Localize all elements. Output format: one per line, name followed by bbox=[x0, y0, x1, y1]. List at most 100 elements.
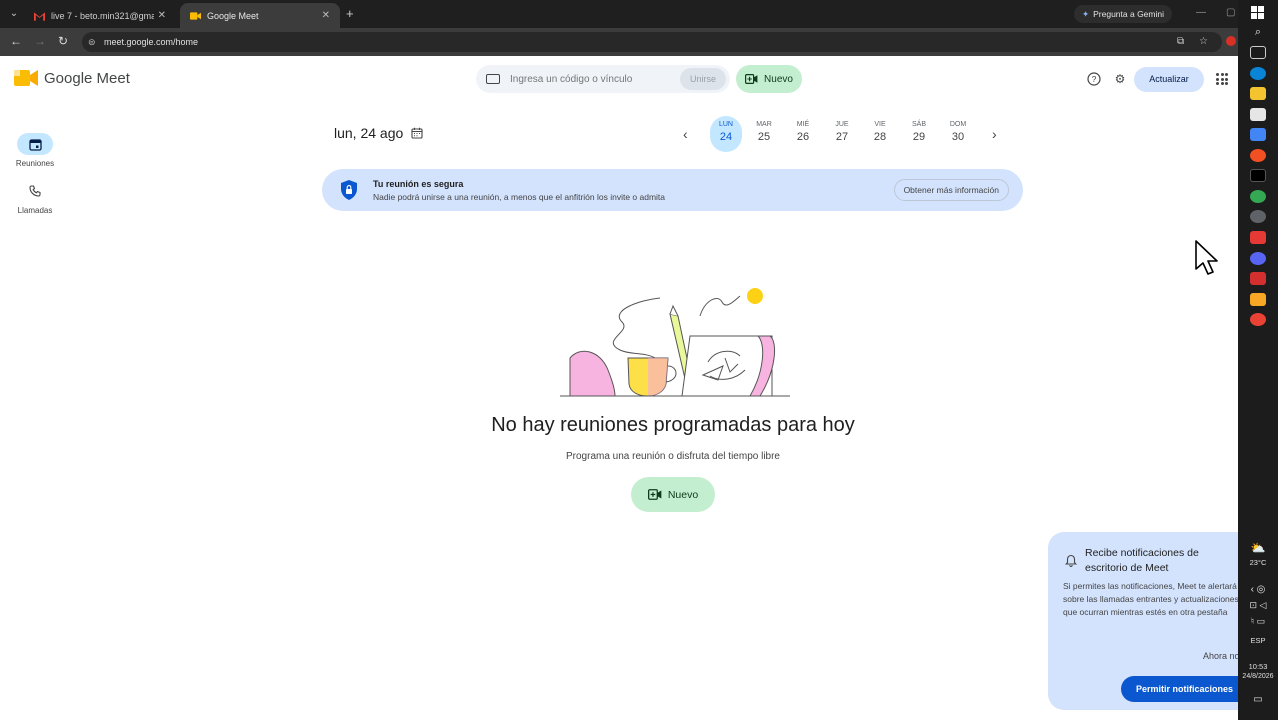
video-add-icon bbox=[647, 489, 662, 500]
notification-title: Recibe notificaciones de escritorio de M… bbox=[1085, 547, 1199, 574]
clock-date[interactable]: 24/8/2026 bbox=[1238, 673, 1278, 680]
tab-gmail[interactable]: live 7 - beto.min321@gmail.c ✕ bbox=[24, 3, 176, 28]
previous-week-chevron-icon[interactable]: ‹ bbox=[683, 126, 688, 142]
app-icon[interactable] bbox=[1250, 272, 1266, 285]
day-selector-fri[interactable]: VIE 28 bbox=[864, 116, 896, 152]
day-name: MIÉ bbox=[796, 121, 810, 128]
site-settings-icon[interactable]: ⊜ bbox=[88, 37, 96, 48]
video-add-icon bbox=[745, 74, 758, 84]
upgrade-button[interactable]: Actualizar bbox=[1134, 67, 1204, 92]
store-icon[interactable] bbox=[1250, 108, 1266, 121]
close-tab-icon[interactable]: ✕ bbox=[322, 10, 330, 21]
app-icon[interactable] bbox=[1250, 293, 1266, 306]
minimize-icon[interactable]: — bbox=[1196, 7, 1206, 18]
chrome-icon[interactable] bbox=[1250, 190, 1266, 203]
meet-logo-icon bbox=[14, 70, 38, 86]
empty-state-illustration bbox=[560, 288, 790, 397]
join-button[interactable]: Unirse bbox=[680, 68, 726, 90]
windows-start-icon[interactable] bbox=[1251, 6, 1264, 19]
day-selector-wed[interactable]: MIÉ 26 bbox=[787, 116, 819, 152]
app-icon[interactable] bbox=[1250, 231, 1266, 244]
tray-expand-icon[interactable]: ‹ ◎ bbox=[1238, 584, 1278, 595]
google-meet-logo[interactable]: Google Meet bbox=[14, 68, 130, 88]
sidebar-item-calls[interactable]: Llamadas bbox=[10, 180, 60, 215]
mouse-cursor-icon bbox=[1195, 240, 1218, 275]
address-bar-row: ← → ↻ meet.google.com/home ⊜ ⧉ ☆ bbox=[0, 28, 1238, 56]
empty-state-title: No hay reuniones programadas para hoy bbox=[491, 414, 855, 436]
file-explorer-icon[interactable] bbox=[1250, 87, 1266, 100]
meeting-code-input[interactable] bbox=[510, 73, 670, 85]
browser-tab-bar: ⌄ live 7 - beto.min321@gmail.c ✕ Google … bbox=[0, 0, 1238, 28]
banner-title: Tu reunión es segura bbox=[373, 179, 464, 189]
app-icon[interactable] bbox=[1250, 169, 1266, 182]
meet-icon bbox=[190, 11, 201, 20]
ask-gemini-button[interactable]: ✦ Pregunta a Gemini bbox=[1074, 5, 1172, 23]
settings-gear-icon[interactable]: ⚙ bbox=[1113, 72, 1127, 86]
tab-title: live 7 - beto.min321@gmail.c bbox=[51, 10, 154, 21]
day-number: 28 bbox=[873, 131, 887, 143]
new-meeting-button-main[interactable]: Nuevo bbox=[631, 477, 715, 512]
discord-icon[interactable] bbox=[1250, 252, 1266, 265]
day-name: DOM bbox=[949, 121, 967, 128]
url-field[interactable]: meet.google.com/home bbox=[82, 32, 1222, 52]
bell-icon bbox=[1064, 554, 1078, 570]
sidebar-pill bbox=[17, 180, 53, 202]
bookmark-star-icon[interactable]: ☆ bbox=[1199, 36, 1208, 47]
day-selector-thu[interactable]: JUE 27 bbox=[826, 116, 858, 152]
day-number: 30 bbox=[951, 131, 965, 143]
day-selector-sat[interactable]: SÁB 29 bbox=[903, 116, 935, 152]
not-now-button[interactable]: Ahora no bbox=[1203, 651, 1240, 661]
language-indicator[interactable]: ESP bbox=[1238, 636, 1278, 645]
forward-arrow-icon[interactable]: → bbox=[34, 34, 46, 48]
day-number: 27 bbox=[835, 131, 849, 143]
sidebar-pill bbox=[17, 133, 53, 155]
day-selector-sun[interactable]: DOM 30 bbox=[942, 116, 974, 152]
tab-search-icon[interactable]: ⌄ bbox=[6, 6, 22, 22]
sidebar-item-meetings[interactable]: Reuniones bbox=[10, 133, 60, 168]
day-selector-mon[interactable]: LUN 24 bbox=[710, 116, 742, 152]
weather-temperature[interactable]: 23°C bbox=[1238, 558, 1278, 567]
app-icon[interactable] bbox=[1250, 210, 1266, 223]
learn-more-button[interactable]: Obtener más información bbox=[893, 179, 1009, 201]
task-view-icon[interactable] bbox=[1250, 46, 1266, 59]
network-icon[interactable]: ♮ ▭ bbox=[1238, 616, 1278, 627]
shield-lock-icon bbox=[341, 180, 357, 200]
banner-text: Nadie podrá unirse a una reunión, a meno… bbox=[373, 192, 666, 202]
new-meeting-button[interactable]: Nuevo bbox=[736, 65, 802, 93]
app-icon[interactable] bbox=[1250, 128, 1266, 141]
close-tab-icon[interactable]: ✕ bbox=[158, 10, 166, 21]
day-name: MAR bbox=[756, 121, 772, 128]
chrome-icon[interactable] bbox=[1250, 313, 1266, 326]
weather-icon: ⛅ bbox=[1250, 541, 1266, 555]
volume-icon[interactable]: ⊡ ◁ bbox=[1238, 600, 1278, 611]
google-apps-icon[interactable] bbox=[1216, 73, 1228, 85]
tab-google-meet[interactable]: Google Meet ✕ bbox=[180, 3, 340, 28]
reload-icon[interactable]: ↻ bbox=[58, 34, 68, 48]
next-week-chevron-icon[interactable]: › bbox=[992, 126, 997, 142]
day-number: 24 bbox=[719, 131, 733, 143]
date-title-text: lun, 24 ago bbox=[334, 125, 404, 141]
new-tab-button[interactable]: + bbox=[346, 6, 354, 21]
day-name: VIE bbox=[874, 121, 886, 128]
url-text: meet.google.com/home bbox=[104, 37, 199, 47]
notification-text: Si permites las notificaciones, Meet te … bbox=[1063, 581, 1239, 617]
profile-avatar[interactable] bbox=[1226, 36, 1236, 46]
maximize-icon[interactable]: ▢ bbox=[1226, 7, 1235, 18]
edge-browser-icon[interactable] bbox=[1250, 67, 1266, 80]
new-meeting-label: Nuevo bbox=[667, 488, 699, 501]
secure-meeting-banner: Tu reunión es segura Nadie podrá unirse … bbox=[322, 169, 1023, 211]
back-arrow-icon[interactable]: ← bbox=[10, 34, 22, 48]
day-name: SÁB bbox=[911, 121, 926, 128]
help-icon[interactable]: ? bbox=[1087, 72, 1101, 86]
day-number: 26 bbox=[796, 131, 810, 143]
allow-notifications-button[interactable]: Permitir notificaciones bbox=[1121, 676, 1248, 702]
install-app-icon[interactable]: ⧉ bbox=[1177, 36, 1184, 47]
clock-time[interactable]: 10:53 bbox=[1238, 662, 1278, 671]
firefox-icon[interactable] bbox=[1250, 149, 1266, 162]
day-selector-tue[interactable]: MAR 25 bbox=[748, 116, 780, 152]
taskbar-search-icon[interactable]: ⌕ bbox=[1238, 26, 1278, 39]
day-name: JUE bbox=[835, 121, 849, 128]
sidebar-item-label: Llamadas bbox=[17, 206, 53, 215]
date-picker-icon[interactable] bbox=[411, 127, 423, 139]
notification-center-icon[interactable]: ▭ bbox=[1238, 694, 1278, 705]
